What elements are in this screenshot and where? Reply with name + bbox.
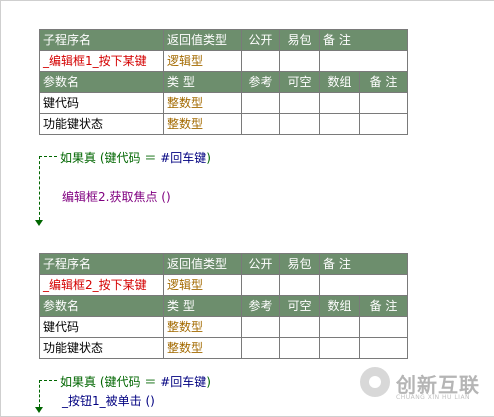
col-param-name: 参数名 [39, 295, 164, 317]
col-return-type: 返回值类型 [163, 253, 242, 275]
col-public: 公开 [241, 253, 280, 275]
subroutine-return-type[interactable]: 逻辑型 [163, 274, 242, 296]
col-easy-pack: 易包 [279, 29, 320, 51]
param-header-row: 参数名 类 型 参考 可空 数组 备 注 [39, 71, 409, 93]
subroutine-name[interactable]: _编辑框1_按下某键 [39, 50, 164, 72]
subroutine-header-row: 子程序名 返回值类型 公开 易包 备 注 [39, 253, 409, 275]
param-ref-cell[interactable] [241, 316, 280, 338]
flow-arrow-icon [35, 407, 43, 413]
subroutine-return-type[interactable]: 逻辑型 [163, 50, 242, 72]
param-row[interactable]: 键代码 整数型 [39, 92, 409, 114]
col-public: 公开 [241, 29, 280, 51]
subroutine-table-1: 子程序名 返回值类型 公开 易包 备 注 _编辑框1_按下某键 逻辑型 参数名 … [39, 29, 409, 135]
col-nullable: 可空 [279, 295, 320, 317]
param-remark-cell[interactable] [358, 92, 409, 114]
col-array: 数组 [319, 71, 360, 93]
param-nullable-cell[interactable] [279, 92, 320, 114]
remark-cell[interactable] [318, 50, 409, 72]
condition-close: ) [206, 151, 211, 165]
param-type[interactable]: 整数型 [163, 92, 242, 114]
param-array-cell[interactable] [319, 337, 360, 359]
col-sub-name: 子程序名 [39, 29, 164, 51]
flow-arrow-icon [35, 220, 43, 226]
param-remark-cell[interactable] [358, 316, 409, 338]
if-statement[interactable]: 如果真 (键代码 ＝ #回车键) [60, 149, 211, 166]
col-ref: 参考 [241, 71, 280, 93]
param-array-cell[interactable] [319, 113, 360, 135]
col-remark: 备 注 [318, 29, 409, 51]
param-row[interactable]: 功能键状态 整数型 [39, 113, 409, 135]
flow-line [39, 156, 40, 220]
col-remark: 备 注 [318, 253, 409, 275]
param-name[interactable]: 键代码 [39, 316, 164, 338]
if-keyword: 如果真 [60, 375, 97, 389]
subroutine-row[interactable]: _编辑框1_按下某键 逻辑型 [39, 50, 409, 72]
col-easy-pack: 易包 [279, 253, 320, 275]
col-param-type: 类 型 [163, 71, 242, 93]
flow-line [39, 380, 40, 407]
subroutine-table-2: 子程序名 返回值类型 公开 易包 备 注 _编辑框2_按下某键 逻辑型 参数名 … [39, 253, 409, 359]
condition-close: ) [206, 375, 211, 389]
param-type[interactable]: 整数型 [163, 337, 242, 359]
flow-line [39, 380, 57, 381]
col-nullable: 可空 [279, 71, 320, 93]
param-remark-cell[interactable] [358, 113, 409, 135]
condition-operator: ＝ [144, 151, 157, 165]
col-param-name: 参数名 [39, 71, 164, 93]
watermark: 创新互联 CHUANG XIN HU LIAN [360, 363, 490, 413]
easy-pack-cell[interactable] [279, 50, 320, 72]
flow-line [39, 156, 57, 157]
subroutine-header-row: 子程序名 返回值类型 公开 易包 备 注 [39, 29, 409, 51]
col-ref: 参考 [241, 295, 280, 317]
easy-pack-cell[interactable] [279, 274, 320, 296]
col-param-remark: 备 注 [358, 71, 409, 93]
param-name[interactable]: 功能键状态 [39, 113, 164, 135]
subroutine-name[interactable]: _编辑框2_按下某键 [39, 274, 164, 296]
public-cell[interactable] [241, 50, 280, 72]
param-name[interactable]: 键代码 [39, 92, 164, 114]
param-name[interactable]: 功能键状态 [39, 337, 164, 359]
param-type[interactable]: 整数型 [163, 113, 242, 135]
param-array-cell[interactable] [319, 316, 360, 338]
param-array-cell[interactable] [319, 92, 360, 114]
brand-logo-icon [360, 367, 390, 397]
col-array: 数组 [319, 295, 360, 317]
condition-constant: #回车键 [160, 375, 207, 389]
param-ref-cell[interactable] [241, 92, 280, 114]
if-statement[interactable]: 如果真 (键代码 ＝ #回车键) [60, 373, 211, 390]
param-nullable-cell[interactable] [279, 113, 320, 135]
param-row[interactable]: 键代码 整数型 [39, 316, 409, 338]
param-ref-cell[interactable] [241, 337, 280, 359]
condition-constant: #回车键 [160, 151, 207, 165]
col-return-type: 返回值类型 [163, 29, 242, 51]
col-param-remark: 备 注 [358, 295, 409, 317]
condition-variable: 键代码 [104, 375, 141, 389]
condition-operator: ＝ [144, 375, 157, 389]
watermark-subtext: CHUANG XIN HU LIAN [396, 394, 471, 401]
col-param-type: 类 型 [163, 295, 242, 317]
condition-variable: 键代码 [104, 151, 141, 165]
param-nullable-cell[interactable] [279, 316, 320, 338]
body-statement[interactable]: _按钮1_被单击 () [62, 392, 155, 409]
subroutine-row[interactable]: _编辑框2_按下某键 逻辑型 [39, 274, 409, 296]
public-cell[interactable] [241, 274, 280, 296]
param-type[interactable]: 整数型 [163, 316, 242, 338]
param-nullable-cell[interactable] [279, 337, 320, 359]
param-row[interactable]: 功能键状态 整数型 [39, 337, 409, 359]
param-header-row: 参数名 类 型 参考 可空 数组 备 注 [39, 295, 409, 317]
body-statement[interactable]: 编辑框2.获取焦点 () [62, 188, 171, 205]
col-sub-name: 子程序名 [39, 253, 164, 275]
param-ref-cell[interactable] [241, 113, 280, 135]
param-remark-cell[interactable] [358, 337, 409, 359]
if-keyword: 如果真 [60, 151, 97, 165]
remark-cell[interactable] [318, 274, 409, 296]
